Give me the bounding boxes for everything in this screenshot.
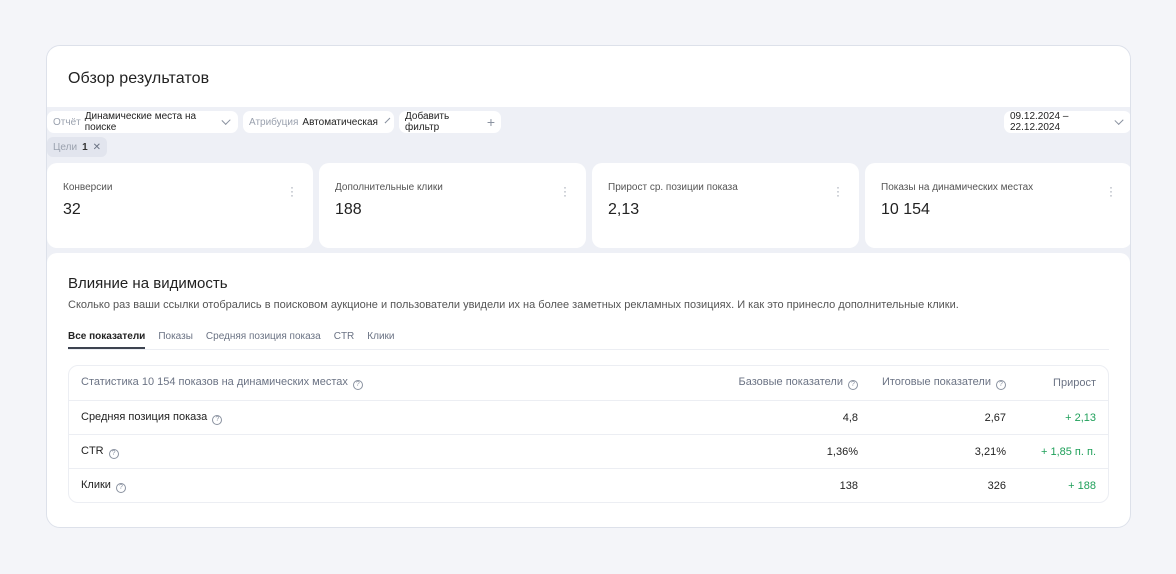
header-base: Базовые показатели bbox=[738, 376, 843, 388]
metric-card: Конверсии 32 · · · bbox=[47, 163, 313, 248]
date-range-picker[interactable]: 09.12.2024 – 22.12.2024 bbox=[1004, 111, 1130, 133]
growth-value: + 1,85 п. п. bbox=[1040, 445, 1096, 458]
metric-value: 188 bbox=[335, 201, 362, 218]
results-overview-panel: Обзор результатов Отчёт Динамические мест… bbox=[46, 45, 1131, 528]
chevron-down-icon bbox=[1114, 115, 1124, 125]
table-row: Средняя позиция показа? 4,8 2,67 + 2,13 bbox=[69, 400, 1108, 434]
header: Обзор результатов bbox=[47, 46, 1130, 107]
metric-value: 2,13 bbox=[608, 201, 640, 218]
metric-cards: Конверсии 32 · · · Дополнительные клики 188 · ·… bbox=[47, 163, 1130, 248]
section-title: Влияние на видимость bbox=[68, 275, 228, 292]
more-icon[interactable]: · · · bbox=[1109, 181, 1113, 201]
more-icon[interactable]: · · · bbox=[836, 181, 840, 201]
row-label: Клики bbox=[81, 478, 111, 491]
table-row: CTR? 1,36% 3,21% + 1,85 п. п. bbox=[69, 434, 1108, 468]
growth-value: + 188 bbox=[1068, 479, 1096, 492]
tab-all[interactable]: Все показатели bbox=[68, 331, 146, 349]
final-value: 3,21% bbox=[974, 445, 1006, 458]
more-icon[interactable]: · · · bbox=[563, 181, 567, 201]
metric-card: Прирост ср. позиции показа 2,13 · · · bbox=[592, 163, 859, 248]
report-label: Отчёт bbox=[53, 116, 81, 128]
metric-label: Показы на динамических местах bbox=[881, 182, 1034, 193]
goals-label: Цели bbox=[53, 141, 78, 153]
help-icon[interactable]: ? bbox=[108, 448, 119, 459]
add-filter-label: Добавить фильтр bbox=[405, 111, 450, 133]
table-row: Клики? 138 326 + 188 bbox=[69, 468, 1108, 502]
header-growth: Прирост bbox=[1053, 377, 1096, 389]
help-icon[interactable]: ? bbox=[848, 380, 858, 390]
report-filter[interactable]: Отчёт Динамические места на поиске bbox=[47, 111, 238, 133]
attribution-value: Автоматическая bbox=[302, 116, 378, 128]
row-label: CTR bbox=[81, 444, 104, 457]
tab-ctr[interactable]: CTR bbox=[334, 331, 355, 349]
page-title: Обзор результатов bbox=[68, 70, 210, 87]
metric-label: Прирост ср. позиции показа bbox=[608, 182, 738, 193]
chevron-down-icon bbox=[384, 117, 391, 123]
goals-count: 1 bbox=[82, 141, 88, 153]
metric-value: 10 154 bbox=[881, 201, 930, 218]
help-icon[interactable]: ? bbox=[115, 482, 126, 493]
final-value: 2,67 bbox=[984, 411, 1006, 424]
row-label: Средняя позиция показа bbox=[81, 410, 208, 423]
visibility-section: Влияние на видимость Сколько раз ваши сс… bbox=[47, 253, 1130, 527]
metric-card: Дополнительные клики 188 · · · bbox=[319, 163, 586, 248]
tabs: Все показатели Показы Средняя позиция по… bbox=[68, 331, 1109, 350]
filter-bar: Отчёт Динамические места на поиске Атрибу… bbox=[47, 111, 1130, 133]
help-icon[interactable]: ? bbox=[212, 414, 223, 425]
close-icon[interactable]: ✕ bbox=[93, 142, 101, 153]
growth-value: + 2,13 bbox=[1065, 411, 1096, 424]
table-header: Статистика 10 154 показов на динамически… bbox=[69, 366, 1108, 400]
base-value: 138 bbox=[839, 479, 858, 492]
base-value: 1,36% bbox=[826, 445, 858, 458]
chevron-down-icon bbox=[221, 115, 231, 125]
goals-chip[interactable]: Цели 1 ✕ bbox=[47, 137, 108, 157]
base-value: 4,8 bbox=[842, 411, 858, 424]
header-final: Итоговые показатели bbox=[881, 376, 991, 388]
header-stat: Статистика 10 154 показов на динамически… bbox=[81, 376, 348, 388]
final-value: 326 bbox=[987, 479, 1006, 492]
tab-avg-position[interactable]: Средняя позиция показа bbox=[206, 331, 321, 349]
help-icon[interactable]: ? bbox=[996, 380, 1006, 390]
metric-label: Дополнительные клики bbox=[335, 182, 443, 193]
report-value: Динамические места на поиске bbox=[84, 111, 197, 133]
attribution-label: Атрибуция bbox=[249, 116, 299, 128]
plus-icon: + bbox=[486, 114, 495, 130]
metric-card: Показы на динамических местах 10 154 · · · bbox=[865, 163, 1130, 248]
tab-clicks[interactable]: Клики bbox=[367, 331, 394, 349]
section-description: Сколько раз ваши ссылки отобрались в пои… bbox=[68, 299, 959, 311]
metric-label: Конверсии bbox=[63, 182, 113, 193]
help-icon[interactable]: ? bbox=[352, 380, 363, 390]
stats-table: Статистика 10 154 показов на динамически… bbox=[68, 365, 1109, 503]
tab-impressions[interactable]: Показы bbox=[158, 331, 193, 349]
more-icon[interactable]: · · · bbox=[290, 181, 294, 201]
add-filter-button[interactable]: Добавить фильтр + bbox=[399, 111, 501, 133]
attribution-filter[interactable]: Атрибуция Автоматическая bbox=[243, 111, 394, 133]
metric-value: 32 bbox=[63, 201, 81, 218]
date-range-value: 09.12.2024 – 22.12.2024 bbox=[1010, 111, 1069, 133]
